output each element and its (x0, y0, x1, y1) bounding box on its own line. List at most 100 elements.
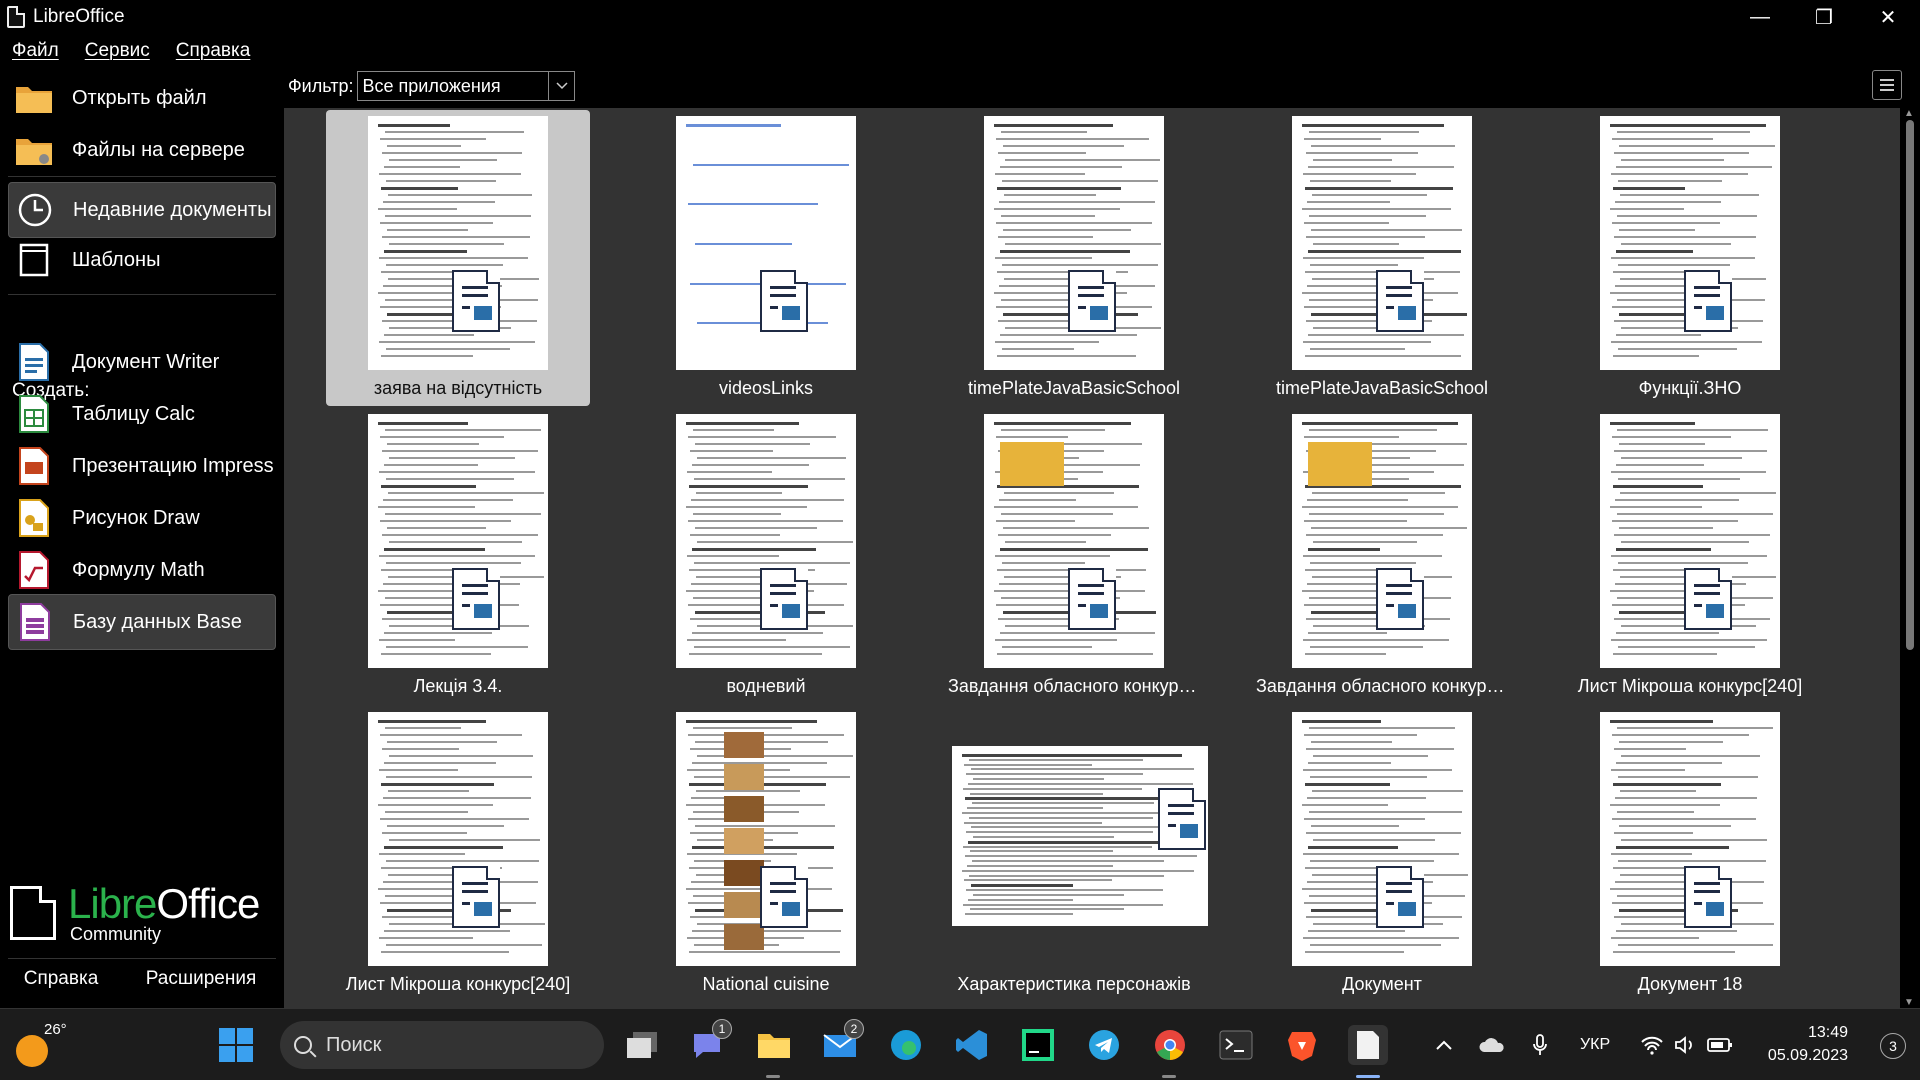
show-hidden-icons-chevron-up-icon[interactable] (1424, 1025, 1464, 1065)
writer-document-icon (1684, 568, 1732, 630)
document-tile[interactable]: Завдання обласного конкурс... (942, 408, 1206, 704)
document-thumbnail (368, 116, 548, 370)
document-tile[interactable]: водневий (634, 408, 898, 704)
create-base-button[interactable]: Базу данных Base (8, 594, 276, 650)
microphone-icon[interactable] (1520, 1025, 1560, 1065)
document-tile[interactable]: Завдання обласного конкурс... (1250, 408, 1514, 704)
document-title: Лист Мікроша конкурс[240] (1577, 676, 1803, 696)
menu-service[interactable]: Сервис (85, 40, 150, 62)
document-thumbnail (1292, 116, 1472, 370)
remote-files-button[interactable]: Файлы на сервере (8, 122, 276, 178)
impress-icon (12, 444, 56, 488)
running-app-indicator (766, 1075, 780, 1078)
scroll-down-icon[interactable]: ▼ (1904, 997, 1914, 1008)
documents-scrollbar[interactable]: ▲ ▼ (1900, 108, 1920, 1008)
create-calc-button[interactable]: Таблицу Calc (8, 386, 276, 442)
pycharm-icon[interactable] (1018, 1025, 1058, 1065)
create-math-button[interactable]: Формулу Math (8, 542, 276, 598)
notification-count-badge[interactable]: 3 (1880, 1033, 1906, 1059)
document-tile[interactable]: videosLinks (634, 110, 898, 406)
logo-libre-text: Libre (68, 880, 157, 927)
help-button[interactable]: Справка (24, 968, 99, 990)
battery-icon[interactable] (1700, 1025, 1740, 1065)
sun-icon (16, 1035, 48, 1067)
document-thumbnail (676, 712, 856, 966)
teams-chat-icon[interactable]: 1 (688, 1019, 732, 1065)
recent-documents-grid: заява на відсутність videosLinks timePlate… (284, 108, 1904, 1008)
filter-value: Все приложения (362, 75, 501, 96)
document-tile[interactable]: Лист Мікроша конкурс[240] (1558, 408, 1822, 704)
windows-start-icon[interactable] (216, 1025, 256, 1065)
document-tile[interactable]: Лекція 3.4. (326, 408, 590, 704)
active-app-indicator (1356, 1075, 1380, 1078)
document-title: Функції.ЗНО (1638, 378, 1742, 398)
writer-document-icon (1684, 270, 1732, 332)
document-thumbnail (368, 712, 548, 966)
document-tile[interactable]: timePlateJavaBasicSchool (942, 110, 1206, 406)
edge-icon[interactable] (886, 1025, 926, 1065)
document-tile[interactable]: timePlateJavaBasicSchool (1250, 110, 1514, 406)
scrollbar-thumb[interactable] (1906, 120, 1914, 650)
taskbar-search[interactable]: Поиск (280, 1021, 604, 1069)
title-bar: LibreOffice — ❐ ✕ (0, 0, 1920, 34)
chevron-down-icon[interactable] (548, 72, 574, 100)
document-tile[interactable]: Документ (1250, 706, 1514, 1002)
open-file-button[interactable]: Открыть файл (8, 70, 276, 126)
templates-label: Шаблоны (72, 248, 161, 271)
mail-icon[interactable]: 2 (820, 1019, 864, 1065)
document-tile[interactable]: заява на відсутність (326, 110, 590, 406)
document-tile[interactable]: Лист Мікроша конкурс[240] (326, 706, 590, 1002)
writer-document-icon (1068, 270, 1116, 332)
document-title: Документ (1342, 974, 1422, 994)
filter-select[interactable]: Все приложения (357, 71, 576, 101)
vscode-icon[interactable] (952, 1025, 992, 1065)
maximize-button[interactable]: ❐ (1792, 0, 1856, 34)
menu-hamburger-icon[interactable] (1872, 70, 1902, 100)
brave-icon[interactable] (1282, 1025, 1322, 1065)
templates-icon (12, 238, 56, 282)
running-app-indicator (1162, 1075, 1176, 1078)
document-thumbnail (1600, 712, 1780, 966)
clock-icon (13, 188, 57, 232)
onedrive-cloud-icon[interactable] (1472, 1025, 1512, 1065)
create-writer-button[interactable]: Документ Writer (8, 334, 276, 390)
weather-widget[interactable]: 26° (16, 1021, 67, 1067)
close-button[interactable]: ✕ (1856, 0, 1920, 34)
document-title: Лекція 3.4. (413, 676, 503, 696)
terminal-icon[interactable] (1216, 1025, 1256, 1065)
libreoffice-logo: LibreOffice Community (10, 880, 260, 943)
menu-help[interactable]: Справка (176, 40, 251, 62)
document-tile[interactable]: Документ 18 (1558, 706, 1822, 1002)
menu-file[interactable]: Файл (12, 40, 59, 62)
search-icon (294, 1036, 312, 1054)
telegram-icon[interactable] (1084, 1025, 1124, 1065)
recent-documents-button[interactable]: Недавние документы (8, 182, 276, 238)
scroll-up-icon[interactable]: ▲ (1904, 108, 1914, 119)
document-tile[interactable]: Характеристика персонажів (942, 706, 1208, 1002)
document-tile[interactable]: National cuisine (634, 706, 898, 1002)
keyboard-language[interactable]: УКР (1580, 1009, 1610, 1080)
document-tile[interactable]: Функції.ЗНО (1558, 110, 1822, 406)
logo-office-text: Office (156, 880, 260, 927)
libreoffice-taskbar-icon[interactable] (1348, 1025, 1388, 1065)
start-center-sidebar: Открыть файл Файлы на сервере Недавние д… (0, 68, 280, 1008)
search-placeholder: Поиск (326, 1033, 382, 1056)
minimize-button[interactable]: — (1728, 0, 1792, 34)
writer-document-icon (452, 270, 500, 332)
task-view-icon[interactable] (622, 1025, 662, 1065)
create-draw-label: Рисунок Draw (72, 506, 200, 529)
sidebar-divider (8, 294, 276, 295)
chrome-icon[interactable] (1150, 1025, 1190, 1065)
system-clock[interactable]: 13:49 05.09.2023 (1768, 1021, 1848, 1067)
extensions-button[interactable]: Расширения (146, 968, 257, 990)
templates-button[interactable]: Шаблоны (8, 232, 276, 288)
create-math-label: Формулу Math (72, 558, 205, 581)
create-impress-button[interactable]: Презентацию Impress (8, 438, 276, 494)
document-thumbnail (368, 414, 548, 668)
document-title: Лист Мікроша конкурс[240] (345, 974, 571, 994)
file-explorer-icon[interactable] (754, 1025, 794, 1065)
recent-documents-label: Недавние документы (73, 198, 272, 221)
create-draw-button[interactable]: Рисунок Draw (8, 490, 276, 546)
document-thumbnail (984, 116, 1164, 370)
libreoffice-logo-icon (10, 886, 56, 940)
